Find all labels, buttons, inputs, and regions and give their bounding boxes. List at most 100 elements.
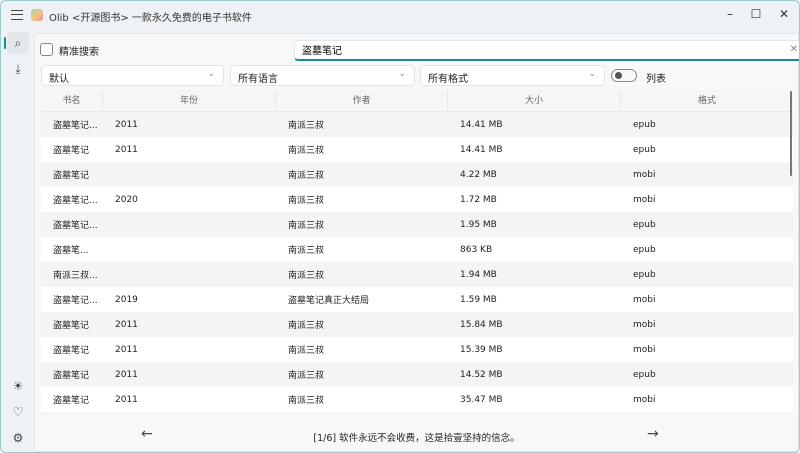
cell-title: 盗墓笔记 — [53, 146, 90, 156]
table-row[interactable]: 盗墓笔记 2011 南派三叔 15.84 MB mobi — [41, 312, 793, 337]
table-header: 书名 年份 作者 大小 格式 — [41, 90, 793, 112]
format-select[interactable]: 所有格式 ⌄ — [420, 65, 605, 86]
chevron-down-icon: ⌄ — [398, 69, 406, 79]
cell-year: 2019 — [115, 294, 138, 305]
cell-title: 盗墓笔记 — [53, 171, 90, 181]
cell-format: epub — [633, 244, 656, 255]
table-row[interactable]: 盗墓笔记 2011 南派三叔 35.47 MB mobi — [41, 387, 793, 412]
close-button[interactable]: ✕ — [773, 5, 795, 23]
table-row[interactable]: 盗墓笔记 2011 南派三叔 14.41 MB epub — [41, 137, 793, 162]
cell-year: 2011 — [115, 119, 138, 130]
main-panel: 精准搜索 ✕ ⌕ 默认 ⌄ 所有语言 ⌄ 所有格式 ⌄ 列表 书名年份作者大小格式 盗… — [34, 33, 799, 452]
table-body: 盗墓笔记... 2011 南派三叔 14.41 MB epub 盗墓笔记 2011 南派三叔 1… — [41, 112, 793, 414]
cell-size: 1.94 MB — [460, 269, 497, 280]
cell-year: 2011 — [115, 144, 138, 155]
table-row[interactable]: 盗墓笔记... 2011 南派三叔 14.41 MB epub — [41, 112, 793, 137]
cell-author: 南派三叔 — [288, 196, 325, 206]
sort-select[interactable]: 默认 ⌄ — [41, 65, 224, 86]
table-row[interactable]: 盗墓笔记南派三叔 — [41, 412, 793, 414]
cell-format: epub — [633, 119, 656, 130]
cell-author: 南派三叔 — [288, 146, 325, 156]
table-row[interactable]: 盗墓笔记 南派三叔 4.22 MB mobi — [41, 162, 793, 187]
maximize-button[interactable]: ☐ — [745, 5, 767, 23]
cell-size: 863 KB — [460, 244, 493, 255]
table-row[interactable]: 盗墓笔记 2011 南派三叔 15.39 MB mobi — [41, 337, 793, 362]
cell-size: 14.41 MB — [460, 144, 503, 155]
cell-title: 盗墓笔记... — [53, 196, 98, 206]
window-title: Olib <开源图书> 一款永久免费的电子书软件 — [49, 13, 252, 24]
cell-title: 盗墓笔记 — [53, 371, 90, 381]
footer: ← [1/6] 软件永远不会收费，这是拾壹坚持的信念。 → — [35, 422, 798, 452]
cell-title: 盗墓笔记 — [53, 346, 90, 356]
column-header-title[interactable]: 书名 — [41, 90, 103, 111]
cell-format: epub — [633, 144, 656, 155]
column-header-year[interactable]: 年份 — [103, 90, 276, 111]
cell-format: mobi — [633, 394, 656, 405]
app-window: Olib <开源图书> 一款永久免费的电子书软件 – ☐ ✕ ⌕ ⤓ ☀ ♡ ⚙… — [0, 0, 800, 453]
menu-icon[interactable] — [11, 10, 23, 20]
table-row[interactable]: 南派三叔... 南派三叔 1.94 MB epub — [41, 262, 793, 287]
cell-author: 南派三叔 — [288, 171, 325, 181]
cell-title: 盗墓笔记 — [53, 396, 90, 406]
column-header-format[interactable]: 格式 — [621, 90, 793, 111]
app-logo — [31, 9, 43, 21]
cell-format: mobi — [633, 194, 656, 205]
cell-format: epub — [633, 219, 656, 230]
exact-search-label: 精准搜索 — [59, 47, 99, 58]
list-view-toggle[interactable] — [611, 69, 637, 82]
theme-icon[interactable]: ☀ — [7, 375, 29, 397]
table-row[interactable]: 盗墓笔记... 南派三叔 1.95 MB epub — [41, 212, 793, 237]
table-row[interactable]: 盗墓笔记... 2020 南派三叔 1.72 MB mobi — [41, 187, 793, 212]
download-icon[interactable]: ⤓ — [7, 58, 29, 80]
column-header-size[interactable]: 大小 — [448, 90, 621, 111]
cell-author: 南派三叔 — [288, 271, 325, 281]
scrollbar[interactable] — [790, 91, 792, 176]
cell-title: 南派三叔... — [53, 271, 98, 281]
format-value: 所有格式 — [428, 74, 468, 85]
cell-author: 南派三叔 — [288, 346, 325, 356]
heart-icon[interactable]: ♡ — [7, 401, 29, 423]
sidebar: ⌕ ⤓ ☀ ♡ ⚙ — [1, 29, 34, 452]
next-page-arrow-icon[interactable]: → — [647, 426, 659, 442]
cell-year: 2020 — [115, 194, 138, 205]
cell-size: 15.84 MB — [460, 319, 503, 330]
cell-format: epub — [633, 369, 656, 380]
cell-year: 2011 — [115, 344, 138, 355]
table-row[interactable]: 盗墓笔记 2011 南派三叔 14.52 MB epub — [41, 362, 793, 387]
cell-title: 盗墓笔记... — [53, 121, 98, 131]
cell-size: 15.39 MB — [460, 344, 503, 355]
cell-format: mobi — [633, 319, 656, 330]
clear-icon[interactable]: ✕ — [790, 44, 798, 55]
cell-title: 盗墓笔记 — [53, 321, 90, 331]
title-bar: Olib <开源图书> 一款永久免费的电子书软件 – ☐ ✕ — [1, 1, 799, 29]
cell-format: epub — [633, 269, 656, 280]
chevron-down-icon: ⌄ — [207, 69, 215, 79]
search-input[interactable] — [302, 44, 742, 55]
cell-format: mobi — [633, 294, 656, 305]
cell-author: 南派三叔 — [288, 371, 325, 381]
cell-size: 4.22 MB — [460, 169, 497, 180]
column-header-author[interactable]: 作者 — [276, 90, 448, 111]
cell-author: 南派三叔 — [288, 221, 325, 231]
exact-search-checkbox[interactable] — [40, 43, 53, 56]
search-icon[interactable]: ⌕ — [4, 32, 29, 54]
gear-icon[interactable]: ⚙ — [7, 427, 29, 449]
cell-size: 14.52 MB — [460, 369, 503, 380]
cell-author: 南派三叔 — [288, 396, 325, 406]
cell-size: 1.59 MB — [460, 294, 497, 305]
language-select[interactable]: 所有语言 ⌄ — [230, 65, 415, 86]
table-row[interactable]: 盗墓笔记... 2019 盗墓笔记真正大结局 1.59 MB mobi — [41, 287, 793, 312]
cell-title: 盗墓笔... — [53, 246, 89, 256]
cell-size: 35.47 MB — [460, 394, 503, 405]
cell-size: 1.95 MB — [460, 219, 497, 230]
footer-text: [1/6] 软件永远不会收费，这是拾壹坚持的信念。 — [313, 433, 520, 444]
cell-author: 南派三叔 — [288, 246, 325, 256]
search-box[interactable]: ✕ ⌕ — [294, 40, 799, 61]
sort-value: 默认 — [49, 74, 69, 85]
table-row[interactable]: 盗墓笔... 南派三叔 863 KB epub — [41, 237, 793, 262]
minimize-button[interactable]: – — [719, 5, 741, 23]
cell-title: 盗墓笔记... — [53, 221, 98, 231]
cell-year: 2011 — [115, 369, 138, 380]
chevron-down-icon: ⌄ — [588, 69, 596, 79]
cell-year: 2011 — [115, 319, 138, 330]
